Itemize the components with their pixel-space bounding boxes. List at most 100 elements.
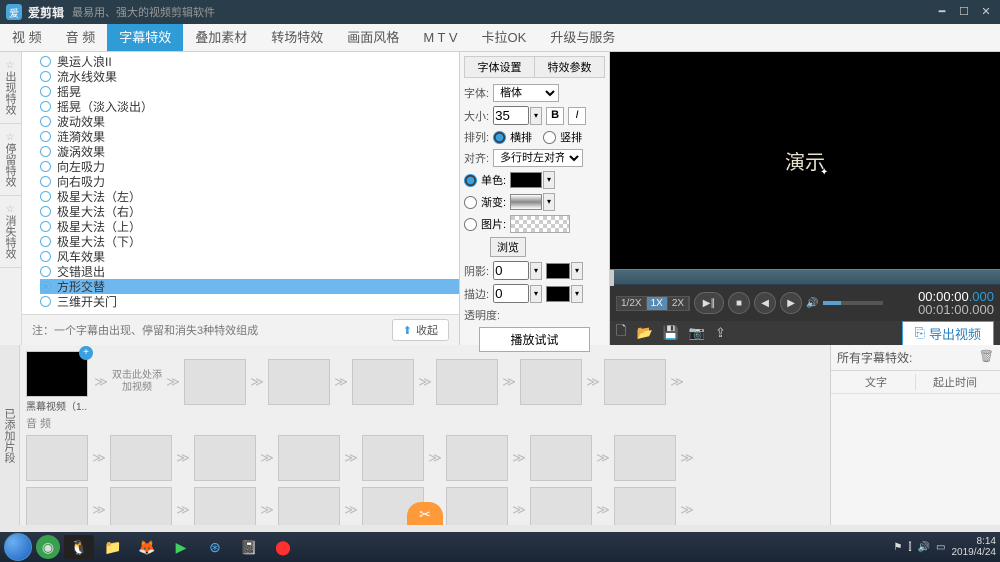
clip-slot[interactable] xyxy=(436,359,498,405)
shadow-input[interactable] xyxy=(493,261,529,280)
attr-tab-font[interactable]: 字体设置 xyxy=(465,57,535,77)
minimize-icon[interactable]: ━ xyxy=(934,5,950,19)
open-icon[interactable]: 📂 xyxy=(636,325,652,341)
shadow-color-dd-icon[interactable]: ▾ xyxy=(571,262,583,280)
transition-arrow-icon[interactable]: ≫ xyxy=(426,450,444,466)
add-clip-icon[interactable]: + xyxy=(79,346,93,360)
stop-button[interactable]: ■ xyxy=(728,292,750,314)
cut-button[interactable]: ✂ xyxy=(407,502,443,525)
clip-slot[interactable] xyxy=(446,487,508,525)
transition-arrow-icon[interactable]: ≫ xyxy=(510,450,528,466)
clip-slot[interactable] xyxy=(520,359,582,405)
next-frame-button[interactable]: ▶ xyxy=(780,292,802,314)
clip-thumb[interactable]: + xyxy=(26,351,88,397)
share-icon[interactable]: ⇪ xyxy=(715,325,726,341)
clip-slot[interactable] xyxy=(26,435,88,481)
task-icon-player[interactable]: ▶ xyxy=(166,535,196,559)
volume-slider[interactable] xyxy=(823,301,883,305)
tab-karaoke[interactable]: 卡拉OK xyxy=(470,24,539,51)
clip-slot[interactable] xyxy=(604,359,666,405)
transition-arrow-icon[interactable]: ≫ xyxy=(90,502,108,518)
transition-arrow-icon[interactable]: ≫ xyxy=(92,374,110,390)
transition-arrow-icon[interactable]: ≫ xyxy=(678,450,696,466)
tab-overlay[interactable]: 叠加素材 xyxy=(183,24,259,51)
transition-arrow-icon[interactable]: ≫ xyxy=(594,502,612,518)
effect-item[interactable]: 方形交替 xyxy=(40,279,459,294)
task-icon-notes[interactable]: 📓 xyxy=(234,535,264,559)
maximize-icon[interactable]: ☐ xyxy=(956,5,972,19)
arrange-v-radio[interactable] xyxy=(543,131,556,144)
transition-arrow-icon[interactable]: ≫ xyxy=(248,374,266,390)
font-select[interactable]: 楷体 xyxy=(493,84,559,102)
effect-item[interactable]: 极星大法（下） xyxy=(40,234,459,249)
tab-transition[interactable]: 转场特效 xyxy=(259,24,335,51)
effect-item[interactable]: 极星大法（上） xyxy=(40,219,459,234)
size-dropdown-icon[interactable]: ▾ xyxy=(530,107,542,125)
transition-arrow-icon[interactable]: ≫ xyxy=(594,450,612,466)
task-icon-1[interactable]: ◉ xyxy=(36,535,60,559)
playhead-icon[interactable] xyxy=(610,270,614,286)
clip-slot[interactable] xyxy=(194,435,256,481)
effect-item[interactable]: 流水线效果 xyxy=(40,69,459,84)
transition-arrow-icon[interactable]: ≫ xyxy=(90,450,108,466)
tab-mtv[interactable]: M T V xyxy=(411,24,469,51)
side-tab-stay[interactable]: ☆停留特效 xyxy=(0,124,21,196)
clip-slot[interactable] xyxy=(530,487,592,525)
transition-arrow-icon[interactable]: ≫ xyxy=(258,502,276,518)
size-input[interactable] xyxy=(493,106,529,125)
task-icon-qq[interactable]: 🐧 xyxy=(64,535,94,559)
stroke-swatch[interactable] xyxy=(546,286,570,302)
clip-slot[interactable] xyxy=(352,359,414,405)
effect-item[interactable]: 风车效果 xyxy=(40,249,459,264)
transition-arrow-icon[interactable]: ≫ xyxy=(332,374,350,390)
clip-slot[interactable] xyxy=(268,359,330,405)
clip-slot[interactable] xyxy=(110,487,172,525)
tab-audio[interactable]: 音 频 xyxy=(54,24,108,51)
clock[interactable]: 8:142019/4/24 xyxy=(952,536,997,558)
new-icon[interactable]: 🗋 xyxy=(616,322,626,344)
color-img-radio[interactable] xyxy=(464,218,477,231)
effects-list[interactable]: 奥运人浪II流水线效果摇晃摇晃（淡入淡出）波动效果涟漪效果漩涡效果向左吸力向右吸… xyxy=(22,52,459,314)
effect-item[interactable]: 波动效果 xyxy=(40,114,459,129)
transition-arrow-icon[interactable]: ≫ xyxy=(510,502,528,518)
clip-slot[interactable] xyxy=(194,487,256,525)
tab-upgrade[interactable]: 升级与服务 xyxy=(538,24,627,51)
snapshot-icon[interactable]: 📷 xyxy=(689,325,705,341)
align-select[interactable]: 多行时左对齐 xyxy=(493,149,583,167)
speed-1x[interactable]: 1X xyxy=(647,297,668,310)
grad-dropdown-icon[interactable]: ▾ xyxy=(543,193,555,211)
effect-item[interactable]: 极星大法（右） xyxy=(40,204,459,219)
side-tab-appear[interactable]: ☆出现特效 xyxy=(0,52,21,124)
start-button[interactable] xyxy=(4,533,32,561)
effect-item[interactable]: 交错退出 xyxy=(40,264,459,279)
task-icon-firefox[interactable]: 🦊 xyxy=(132,535,162,559)
bold-button[interactable]: B xyxy=(546,107,564,125)
color-dropdown-icon[interactable]: ▾ xyxy=(543,171,555,189)
volume-icon[interactable]: 🔊 xyxy=(806,298,818,309)
effect-item[interactable]: 漩涡效果 xyxy=(40,144,459,159)
clip-slot[interactable] xyxy=(26,487,88,525)
prev-frame-button[interactable]: ◀ xyxy=(754,292,776,314)
export-video-button[interactable]: ⎘导出视频 xyxy=(902,321,994,346)
transition-arrow-icon[interactable]: ≫ xyxy=(678,502,696,518)
scrub-bar[interactable] xyxy=(610,269,1000,285)
task-icon-explorer[interactable]: 📁 xyxy=(98,535,128,559)
effect-item[interactable]: 向左吸力 xyxy=(40,159,459,174)
tray-flag-icon[interactable]: ⚑ xyxy=(893,542,902,553)
tab-style[interactable]: 画面风格 xyxy=(335,24,411,51)
clip-slot[interactable] xyxy=(278,435,340,481)
color-solid-radio[interactable] xyxy=(464,174,477,187)
transition-arrow-icon[interactable]: ≫ xyxy=(584,374,602,390)
transition-arrow-icon[interactable]: ≫ xyxy=(342,450,360,466)
clip-slot[interactable] xyxy=(110,435,172,481)
shadow-swatch[interactable] xyxy=(546,263,570,279)
task-icon-app[interactable]: ⊛ xyxy=(200,535,230,559)
color-swatch[interactable] xyxy=(510,172,542,188)
grad-swatch[interactable] xyxy=(510,194,542,210)
effect-item[interactable]: 极星大法（左） xyxy=(40,189,459,204)
stroke-dd-icon[interactable]: ▾ xyxy=(530,285,542,303)
attr-tab-params[interactable]: 特效参数 xyxy=(535,57,604,77)
transition-arrow-icon[interactable]: ≫ xyxy=(668,374,686,390)
clip-slot[interactable] xyxy=(530,435,592,481)
tab-subtitle-fx[interactable]: 字幕特效 xyxy=(107,24,183,51)
